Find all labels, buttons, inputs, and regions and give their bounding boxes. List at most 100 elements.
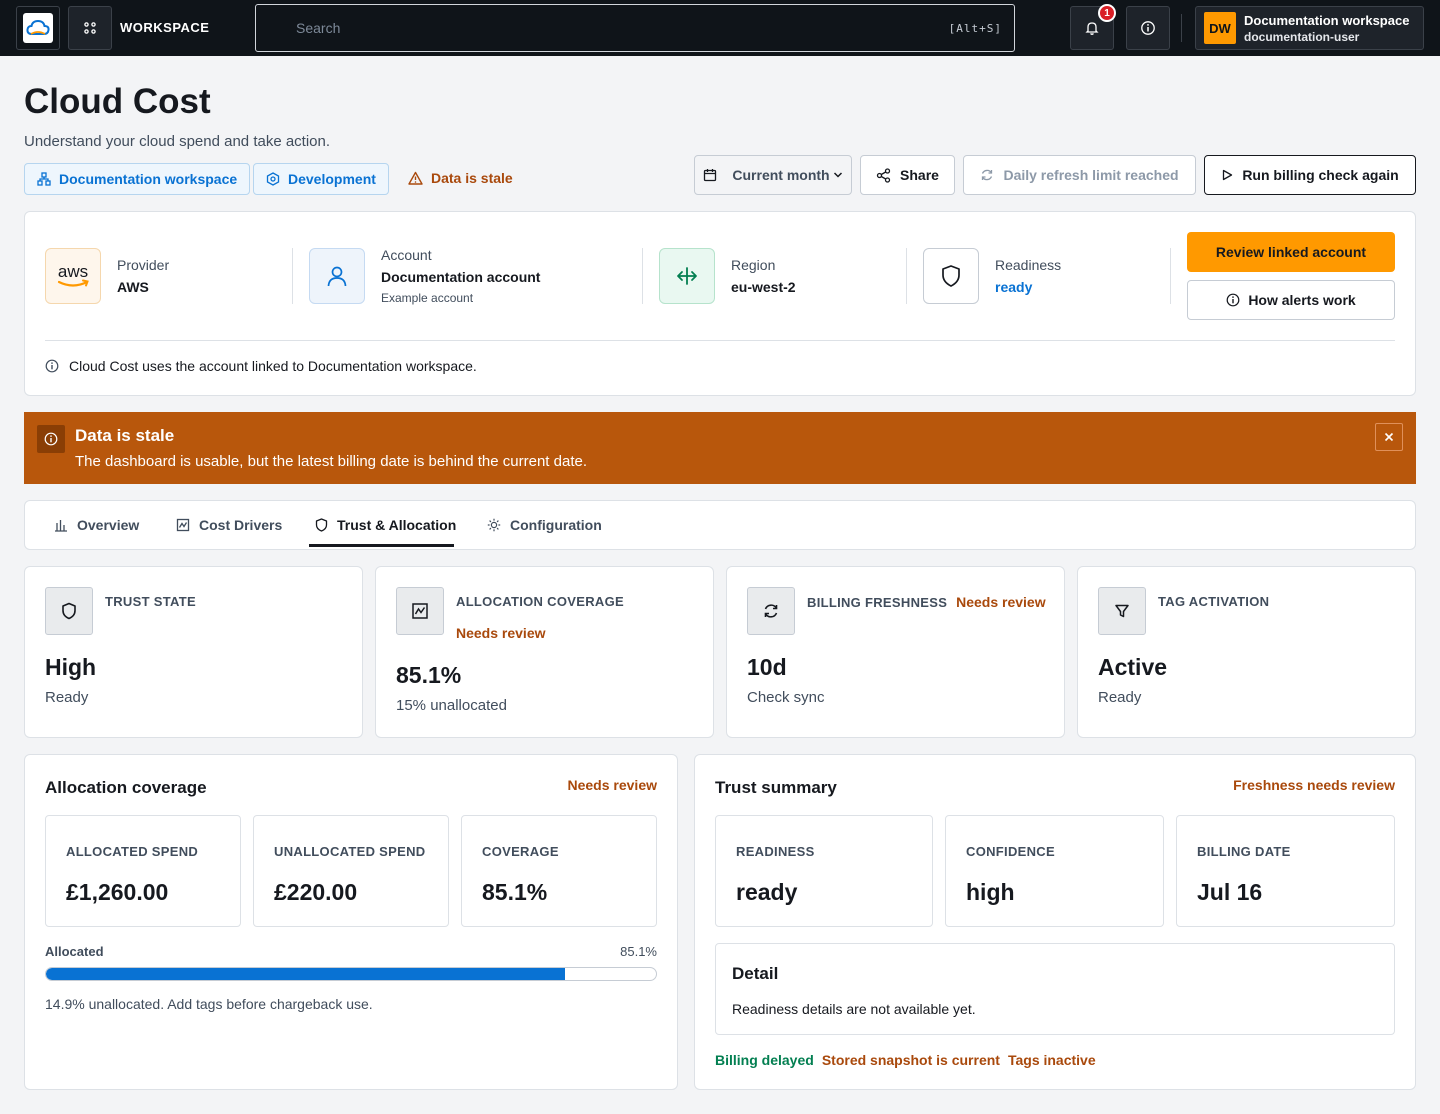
allocation-coverage-badge bbox=[396, 587, 444, 635]
chevron-down-icon bbox=[833, 172, 842, 178]
panel-title: Allocation coverage bbox=[45, 778, 207, 797]
provider-label: Provider bbox=[117, 257, 170, 273]
metric-title-row: BILLING FRESHNESS Needs review bbox=[807, 594, 1046, 610]
share-label: Share bbox=[900, 167, 939, 183]
period-label: Current month bbox=[732, 167, 830, 183]
share-button[interactable]: Share bbox=[860, 155, 955, 195]
calendar-icon bbox=[704, 169, 717, 182]
metric-flag: Needs review bbox=[956, 594, 1046, 610]
metric-card-trust-state: TRUST STATE High Ready bbox=[24, 566, 363, 738]
avatar: DW bbox=[1204, 12, 1236, 44]
progress-percent: 85.1% bbox=[620, 944, 657, 959]
metric-subtext: Check sync bbox=[747, 689, 825, 706]
panel-flag: Needs review bbox=[567, 777, 658, 793]
search-shortcut: [Alt+S] bbox=[948, 22, 1002, 35]
tag-activation-badge bbox=[1098, 587, 1146, 635]
stat-allocated-spend: ALLOCATED SPEND £1,260.00 bbox=[45, 815, 241, 927]
metric-card-tag-activation: TAG ACTIVATION Active Ready bbox=[1077, 566, 1416, 738]
readiness-value: ready bbox=[995, 279, 1033, 295]
allocation-progress-fill bbox=[46, 968, 566, 980]
info-icon bbox=[44, 432, 58, 446]
user-menu[interactable]: DW Documentation workspace documentation… bbox=[1195, 6, 1424, 50]
refresh-label: Daily refresh limit reached bbox=[1003, 167, 1179, 183]
metric-value: 10d bbox=[747, 654, 787, 680]
allocation-note: 14.9% unallocated. Add tags before charg… bbox=[45, 996, 373, 1012]
svg-text:aws: aws bbox=[58, 262, 88, 281]
stat-label: COVERAGE bbox=[482, 844, 559, 859]
region-value: eu-west-2 bbox=[731, 279, 796, 295]
progress-label: Allocated bbox=[45, 944, 104, 959]
stale-label: Data is stale bbox=[431, 170, 513, 186]
account-card-divider bbox=[45, 340, 1395, 341]
tab-configuration[interactable]: Configuration bbox=[487, 501, 602, 548]
status-tag: Stored snapshot is current bbox=[821, 1052, 1000, 1068]
how-alerts-work-button[interactable]: How alerts work bbox=[1187, 280, 1395, 320]
page-subtitle: Understand your cloud spend and take act… bbox=[24, 133, 331, 150]
dismiss-banner-button[interactable] bbox=[1375, 423, 1403, 451]
stat-label: CONFIDENCE bbox=[966, 844, 1055, 859]
metric-subtext: Ready bbox=[1098, 689, 1142, 706]
stat-confidence: CONFIDENCE high bbox=[945, 815, 1164, 927]
grid-icon bbox=[84, 22, 96, 34]
metric-title: BILLING FRESHNESS bbox=[807, 595, 948, 610]
account-note: Cloud Cost uses the account linked to Do… bbox=[45, 358, 477, 374]
tab-cost-drivers[interactable]: Cost Drivers bbox=[176, 501, 282, 548]
account-note-text: Cloud Cost uses the account linked to Do… bbox=[69, 358, 477, 374]
environment-chip[interactable]: Development bbox=[253, 163, 389, 195]
app-grid-button[interactable] bbox=[68, 6, 112, 50]
run-billing-check-button[interactable]: Run billing check again bbox=[1204, 155, 1416, 195]
period-select[interactable]: Current month bbox=[694, 155, 852, 195]
search-input[interactable]: Search [Alt+S] bbox=[255, 4, 1015, 52]
provider-value: AWS bbox=[117, 279, 149, 295]
stat-value: high bbox=[966, 879, 1015, 905]
user-workspace-name: Documentation workspace bbox=[1244, 13, 1410, 28]
workspace-chip-label: Documentation workspace bbox=[59, 171, 238, 187]
how-alerts-work-label: How alerts work bbox=[1248, 292, 1356, 308]
tab-overview[interactable]: Overview bbox=[54, 501, 139, 548]
stat-coverage: COVERAGE 85.1% bbox=[461, 815, 657, 927]
panel-flag: Freshness needs review bbox=[1233, 777, 1395, 793]
user-icon bbox=[327, 266, 347, 287]
detail-box: Detail Readiness details are not availab… bbox=[715, 943, 1395, 1035]
detail-title: Detail bbox=[732, 964, 779, 983]
aws-icon: aws bbox=[58, 262, 89, 287]
detail-text: Readiness details are not available yet. bbox=[732, 1001, 976, 1017]
tab-trust-allocation[interactable]: Trust & Allocation bbox=[315, 501, 456, 548]
stale-indicator: Data is stale bbox=[408, 170, 513, 186]
readiness-divider bbox=[906, 248, 907, 304]
stat-label: BILLING DATE bbox=[1197, 844, 1291, 859]
notification-badge: 1 bbox=[1098, 4, 1116, 22]
workspace-chip[interactable]: Documentation workspace bbox=[24, 163, 251, 195]
bar-chart-icon bbox=[55, 519, 67, 532]
help-button[interactable] bbox=[1126, 6, 1170, 50]
stat-unallocated-spend: UNALLOCATED SPEND £220.00 bbox=[253, 815, 449, 927]
status-tags: Billing delayed Stored snapshot is curre… bbox=[715, 1052, 1096, 1068]
run-billing-check-label: Run billing check again bbox=[1242, 167, 1399, 183]
app-logo[interactable] bbox=[16, 6, 60, 50]
account-avatar bbox=[309, 248, 365, 304]
play-icon bbox=[1223, 169, 1233, 181]
billing-freshness-badge bbox=[747, 587, 795, 635]
trust-state-badge bbox=[45, 587, 93, 635]
info-icon bbox=[1141, 21, 1155, 35]
stat-value: £1,260.00 bbox=[66, 879, 169, 905]
workspace-label: WORKSPACE bbox=[120, 20, 210, 35]
close-icon bbox=[1384, 432, 1394, 442]
readiness-label: Readiness bbox=[995, 257, 1062, 273]
banner-info-icon bbox=[37, 425, 65, 453]
activity-icon bbox=[176, 518, 190, 531]
username: documentation-user bbox=[1244, 30, 1360, 44]
refresh-button[interactable]: Daily refresh limit reached bbox=[963, 155, 1196, 195]
stat-value: Jul 16 bbox=[1197, 879, 1263, 905]
top-navigation: WORKSPACE Search [Alt+S] 1 DW Documentat… bbox=[0, 0, 1440, 56]
review-linked-account-button[interactable]: Review linked account bbox=[1187, 232, 1395, 272]
metric-value: High bbox=[45, 654, 97, 680]
refresh-icon bbox=[764, 604, 778, 618]
banner-message: The dashboard is usable, but the latest … bbox=[75, 453, 587, 470]
allocation-progress-bar bbox=[45, 967, 657, 981]
tab-cost-drivers-label: Cost Drivers bbox=[199, 516, 283, 533]
account-label: Account bbox=[381, 247, 432, 263]
tab-trust-allocation-label: Trust & Allocation bbox=[337, 516, 457, 533]
metric-subtext: 15% unallocated bbox=[396, 697, 507, 714]
environment-icon bbox=[266, 172, 280, 186]
